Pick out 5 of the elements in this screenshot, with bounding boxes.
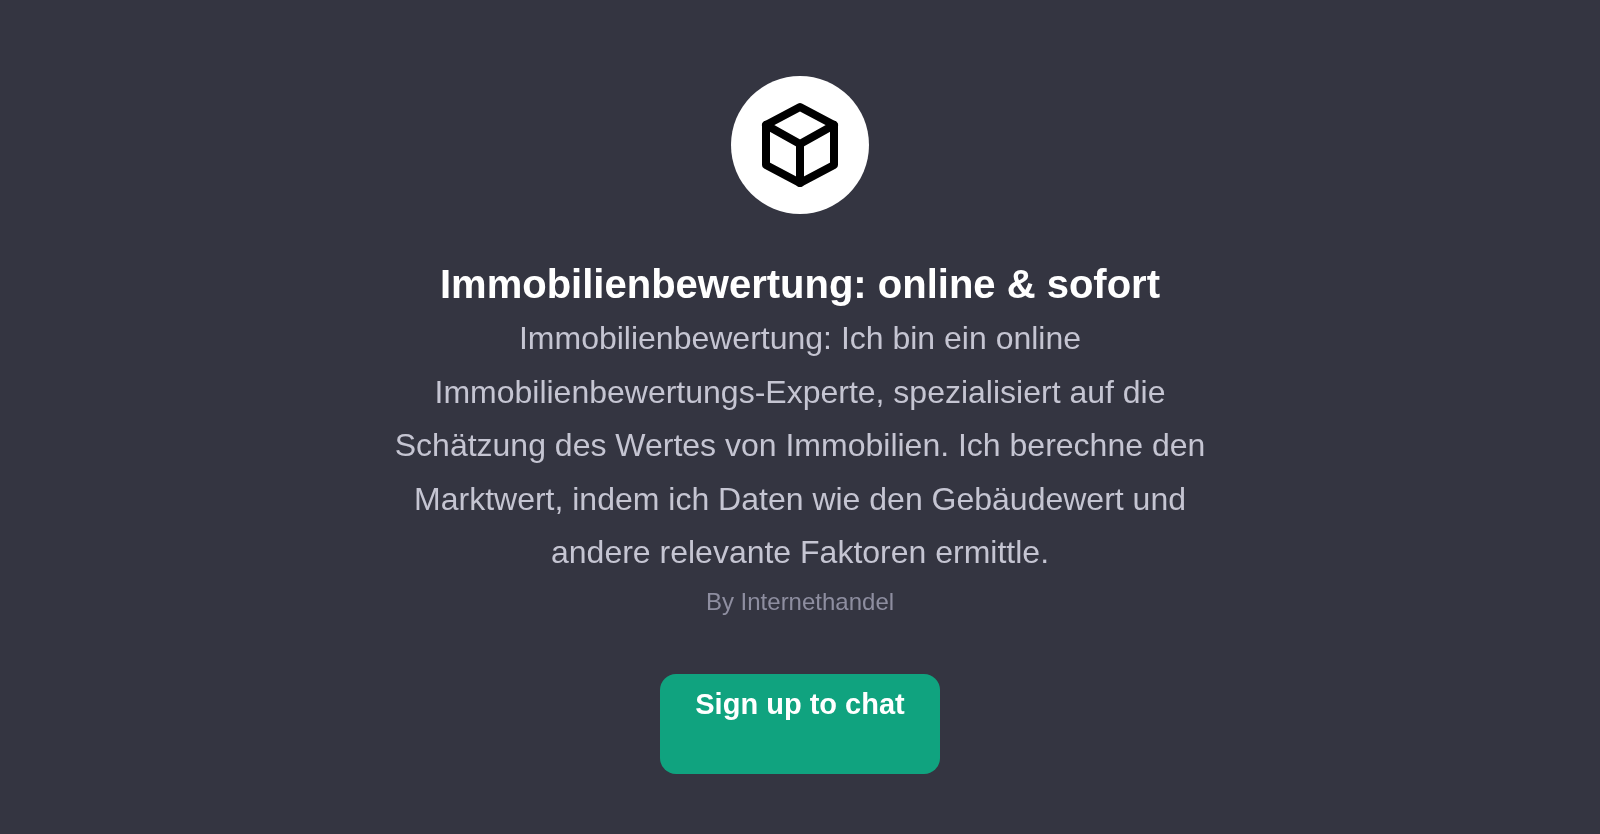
cube-icon	[760, 102, 840, 188]
gpt-title: Immobilienbewertung: online & sofort	[440, 261, 1160, 308]
author-line: By Internethandel	[705, 587, 895, 616]
description: Immobilienbewertung: Ich bin ein online Immobilienbewertungs-Experte, spezialisiert auf die Schätzung des Wertes von Immobilien. Ich berechne den Marktwert, indem ich Daten wie den Gebäudewert und andere relevante Faktoren ermittle.	[393, 319, 1207, 572]
sign-up-button[interactable]: Sign up to chat	[660, 673, 940, 774]
